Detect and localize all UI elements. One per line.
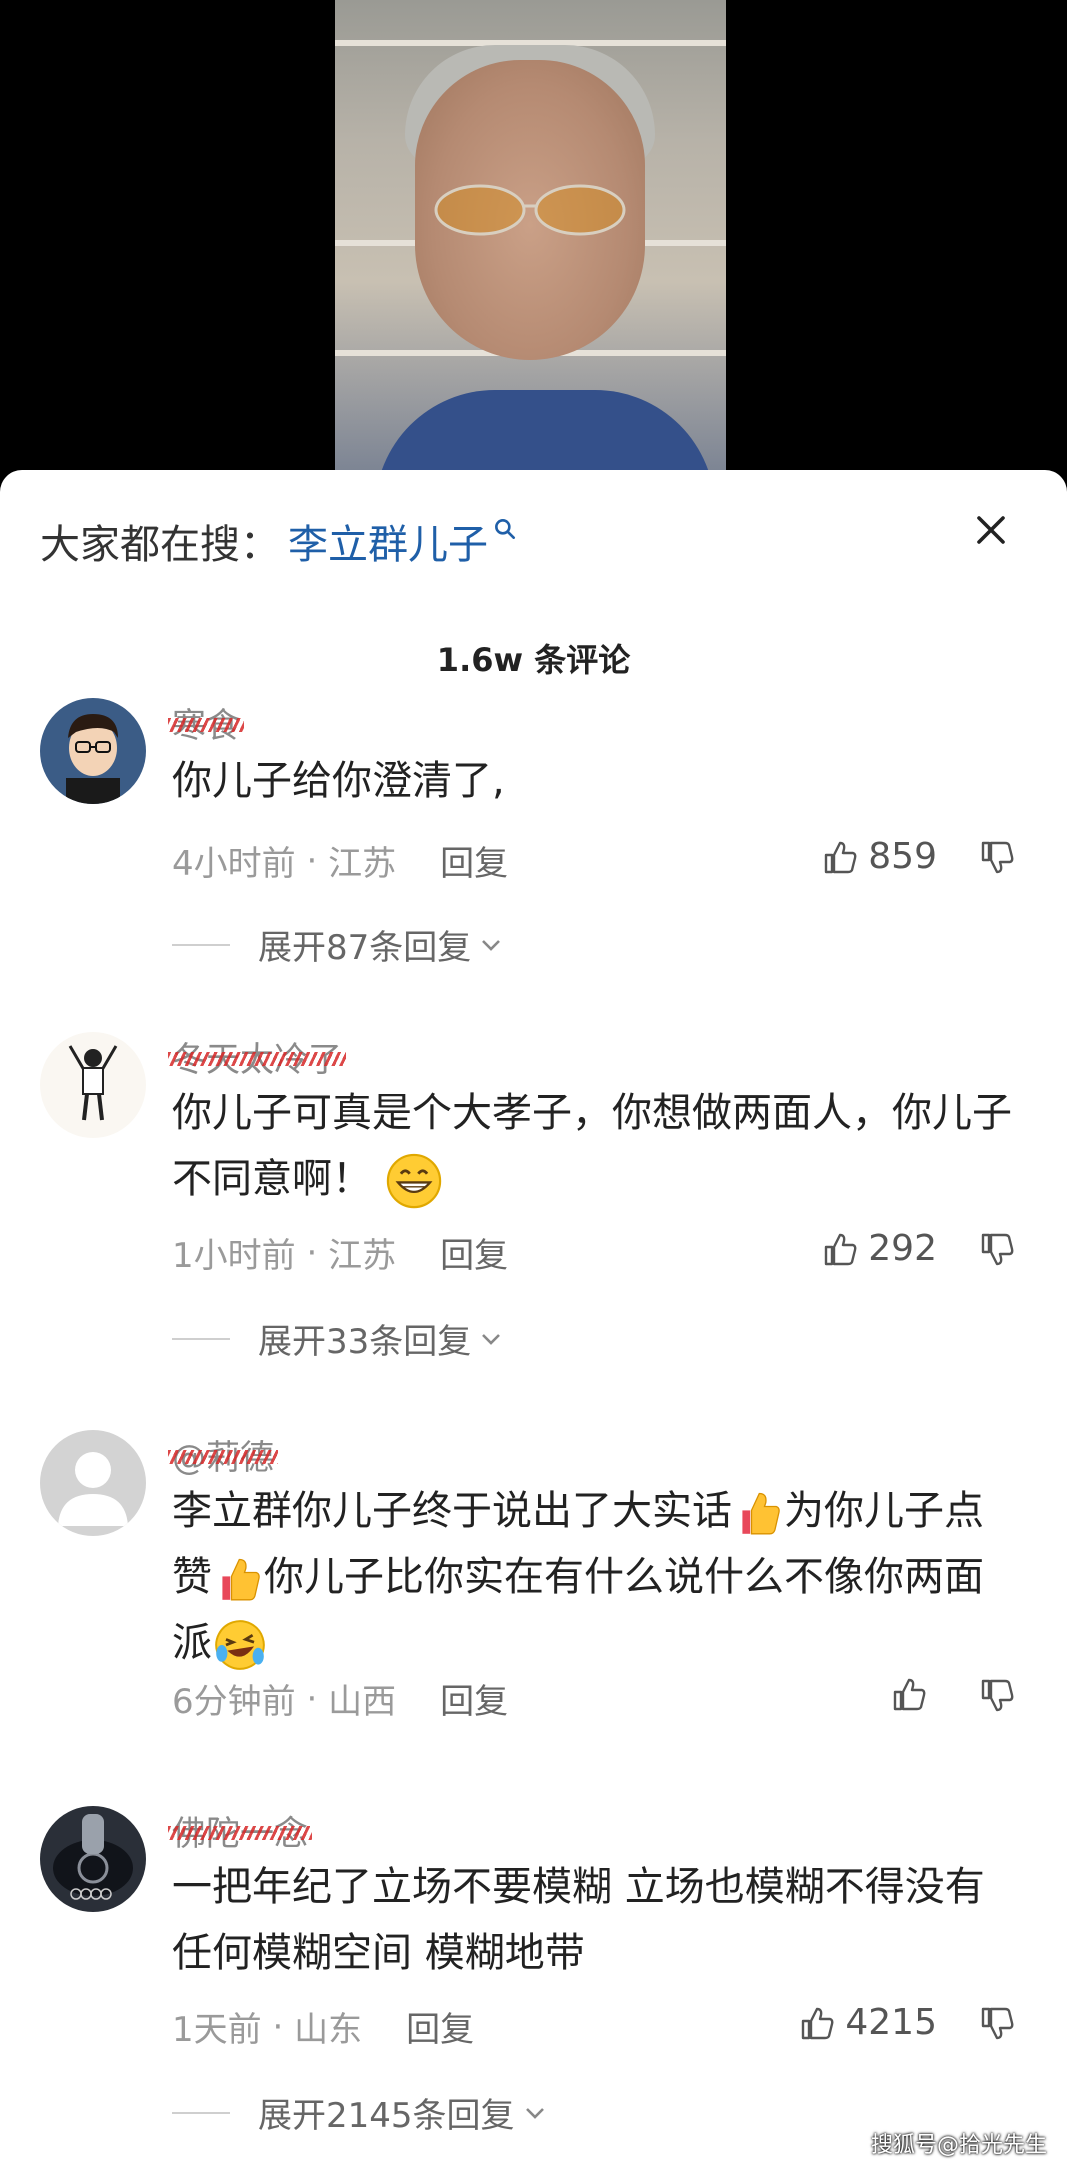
comment-meta: 4小时前 · 江苏 回复 xyxy=(172,836,508,885)
thumbs-down-icon[interactable] xyxy=(977,2004,1017,2044)
comment-username[interactable]: @莉德 xyxy=(168,1430,278,1479)
comment-time: 1天前 xyxy=(172,2010,262,2050)
comment-sheet: 大家都在搜： 李立群儿子 1.6w 条评论 寒食 你儿子给你澄清了, 4小时前 … xyxy=(0,470,1067,2171)
comment-time: 1小时前 xyxy=(172,1236,296,1276)
video-person-shirt xyxy=(375,390,715,470)
comment-location: 山东 xyxy=(294,2010,363,2050)
like-button[interactable] xyxy=(889,1674,937,1714)
thumbs-up-icon xyxy=(802,2007,834,2039)
comment-meta: 6分钟前 · 山西 回复 xyxy=(172,1674,508,1723)
like-count: 292 xyxy=(868,1228,937,1269)
like-button[interactable]: 4215 xyxy=(797,2002,937,2043)
expand-replies-button[interactable]: 展开33条回复 xyxy=(172,1314,505,1363)
divider-line xyxy=(172,1337,230,1340)
chevron-down-icon xyxy=(482,1333,501,1345)
laughing-tears-emoji-icon xyxy=(215,1620,265,1670)
comment-username[interactable]: 佛陀一念 xyxy=(168,1806,312,1855)
like-button[interactable]: 292 xyxy=(820,1228,937,1269)
video-frame[interactable] xyxy=(335,0,726,470)
chevron-down-icon xyxy=(525,2107,544,2119)
expand-label: 展开33条回复 xyxy=(258,1322,472,1362)
search-prefix: 大家都在搜： xyxy=(40,522,280,568)
expand-label: 展开2145条回复 xyxy=(258,2096,515,2136)
comment-count: 1.6w 条评论 xyxy=(436,641,631,679)
close-icon[interactable] xyxy=(971,510,1011,550)
reply-button[interactable]: 回复 xyxy=(440,1674,508,1723)
divider-line xyxy=(172,2111,230,2114)
thumbs-down-icon[interactable] xyxy=(977,1230,1017,1270)
thumbs-up-emoji-icon xyxy=(222,1558,260,1601)
comment-location: 江苏 xyxy=(328,844,397,884)
reply-button[interactable]: 回复 xyxy=(440,1228,508,1277)
comment-text: 一把年纪了立场不要模糊 立场也模糊不得没有任何模糊空间 模糊地带 xyxy=(172,1864,985,1976)
comment-meta: 1小时前 · 江苏 回复 xyxy=(172,1228,508,1277)
search-icon xyxy=(495,519,515,539)
like-count: 4215 xyxy=(845,2002,937,2043)
avatar[interactable] xyxy=(40,1430,146,1536)
thumbs-down-icon[interactable] xyxy=(977,838,1017,878)
watermark: 搜狐号@拾光先生 xyxy=(870,2133,1047,2158)
thumbs-up-icon xyxy=(825,841,857,873)
video-person-glasses xyxy=(434,184,626,236)
comment-username[interactable]: 寒食 xyxy=(168,698,244,747)
chevron-down-icon xyxy=(482,939,501,951)
search-term-link[interactable]: 李立群儿子 xyxy=(288,512,488,570)
comment-location: 山西 xyxy=(328,1682,397,1722)
thumbs-up-icon xyxy=(825,1233,857,1265)
comment-text-part: 李立群你儿子终于说出了大实话 xyxy=(172,1488,732,1534)
expand-replies-button[interactable]: 展开87条回复 xyxy=(172,920,505,969)
video-area[interactable] xyxy=(0,0,1067,470)
comment-text-part: 你儿子比你实在有什么说什么不像你两面派 xyxy=(172,1554,984,1666)
thumbs-down-icon[interactable] xyxy=(977,1676,1017,1716)
like-count: 859 xyxy=(868,836,937,877)
comment-meta: 1天前 · 山东 回复 xyxy=(172,2002,474,2051)
meta-separator: · xyxy=(295,1232,329,1273)
search-suggestion[interactable]: 大家都在搜： 李立群儿子 xyxy=(40,512,518,570)
avatar[interactable] xyxy=(40,1806,146,1912)
meta-separator: · xyxy=(295,1678,329,1719)
comment-time: 6分钟前 xyxy=(172,1682,296,1722)
comment-text: 你儿子给你澄清了, xyxy=(172,758,505,804)
comment-location: 江苏 xyxy=(328,1236,397,1276)
meta-separator: · xyxy=(295,840,329,881)
reply-button[interactable]: 回复 xyxy=(440,836,508,885)
grinning-emoji-icon xyxy=(386,1153,441,1209)
avatar[interactable] xyxy=(40,1032,146,1138)
avatar[interactable] xyxy=(40,698,146,804)
divider-line xyxy=(172,943,230,946)
comment-text-body: 你儿子可真是个大孝子，你想做两面人，你儿子不同意啊！ xyxy=(172,1090,1012,1202)
comment-text: 你儿子可真是个大孝子，你想做两面人，你儿子不同意啊！ xyxy=(172,1080,1012,1212)
expand-replies-button[interactable]: 展开2145条回复 xyxy=(172,2088,549,2137)
reply-button[interactable]: 回复 xyxy=(406,2002,474,2051)
comment-time: 4小时前 xyxy=(172,844,296,884)
like-button[interactable]: 859 xyxy=(820,836,937,877)
thumbs-up-icon xyxy=(893,1678,926,1711)
thumbs-up-emoji-icon xyxy=(742,1492,780,1535)
comment-text: 李立群你儿子终于说出了大实话 为你儿子点赞 你儿子比你实在有什么说什么不像你两面派 xyxy=(172,1478,1012,1676)
comment-username[interactable]: 冬天太冷了 xyxy=(168,1032,346,1081)
meta-separator: · xyxy=(261,2006,295,2047)
expand-label: 展开87条回复 xyxy=(258,928,472,968)
